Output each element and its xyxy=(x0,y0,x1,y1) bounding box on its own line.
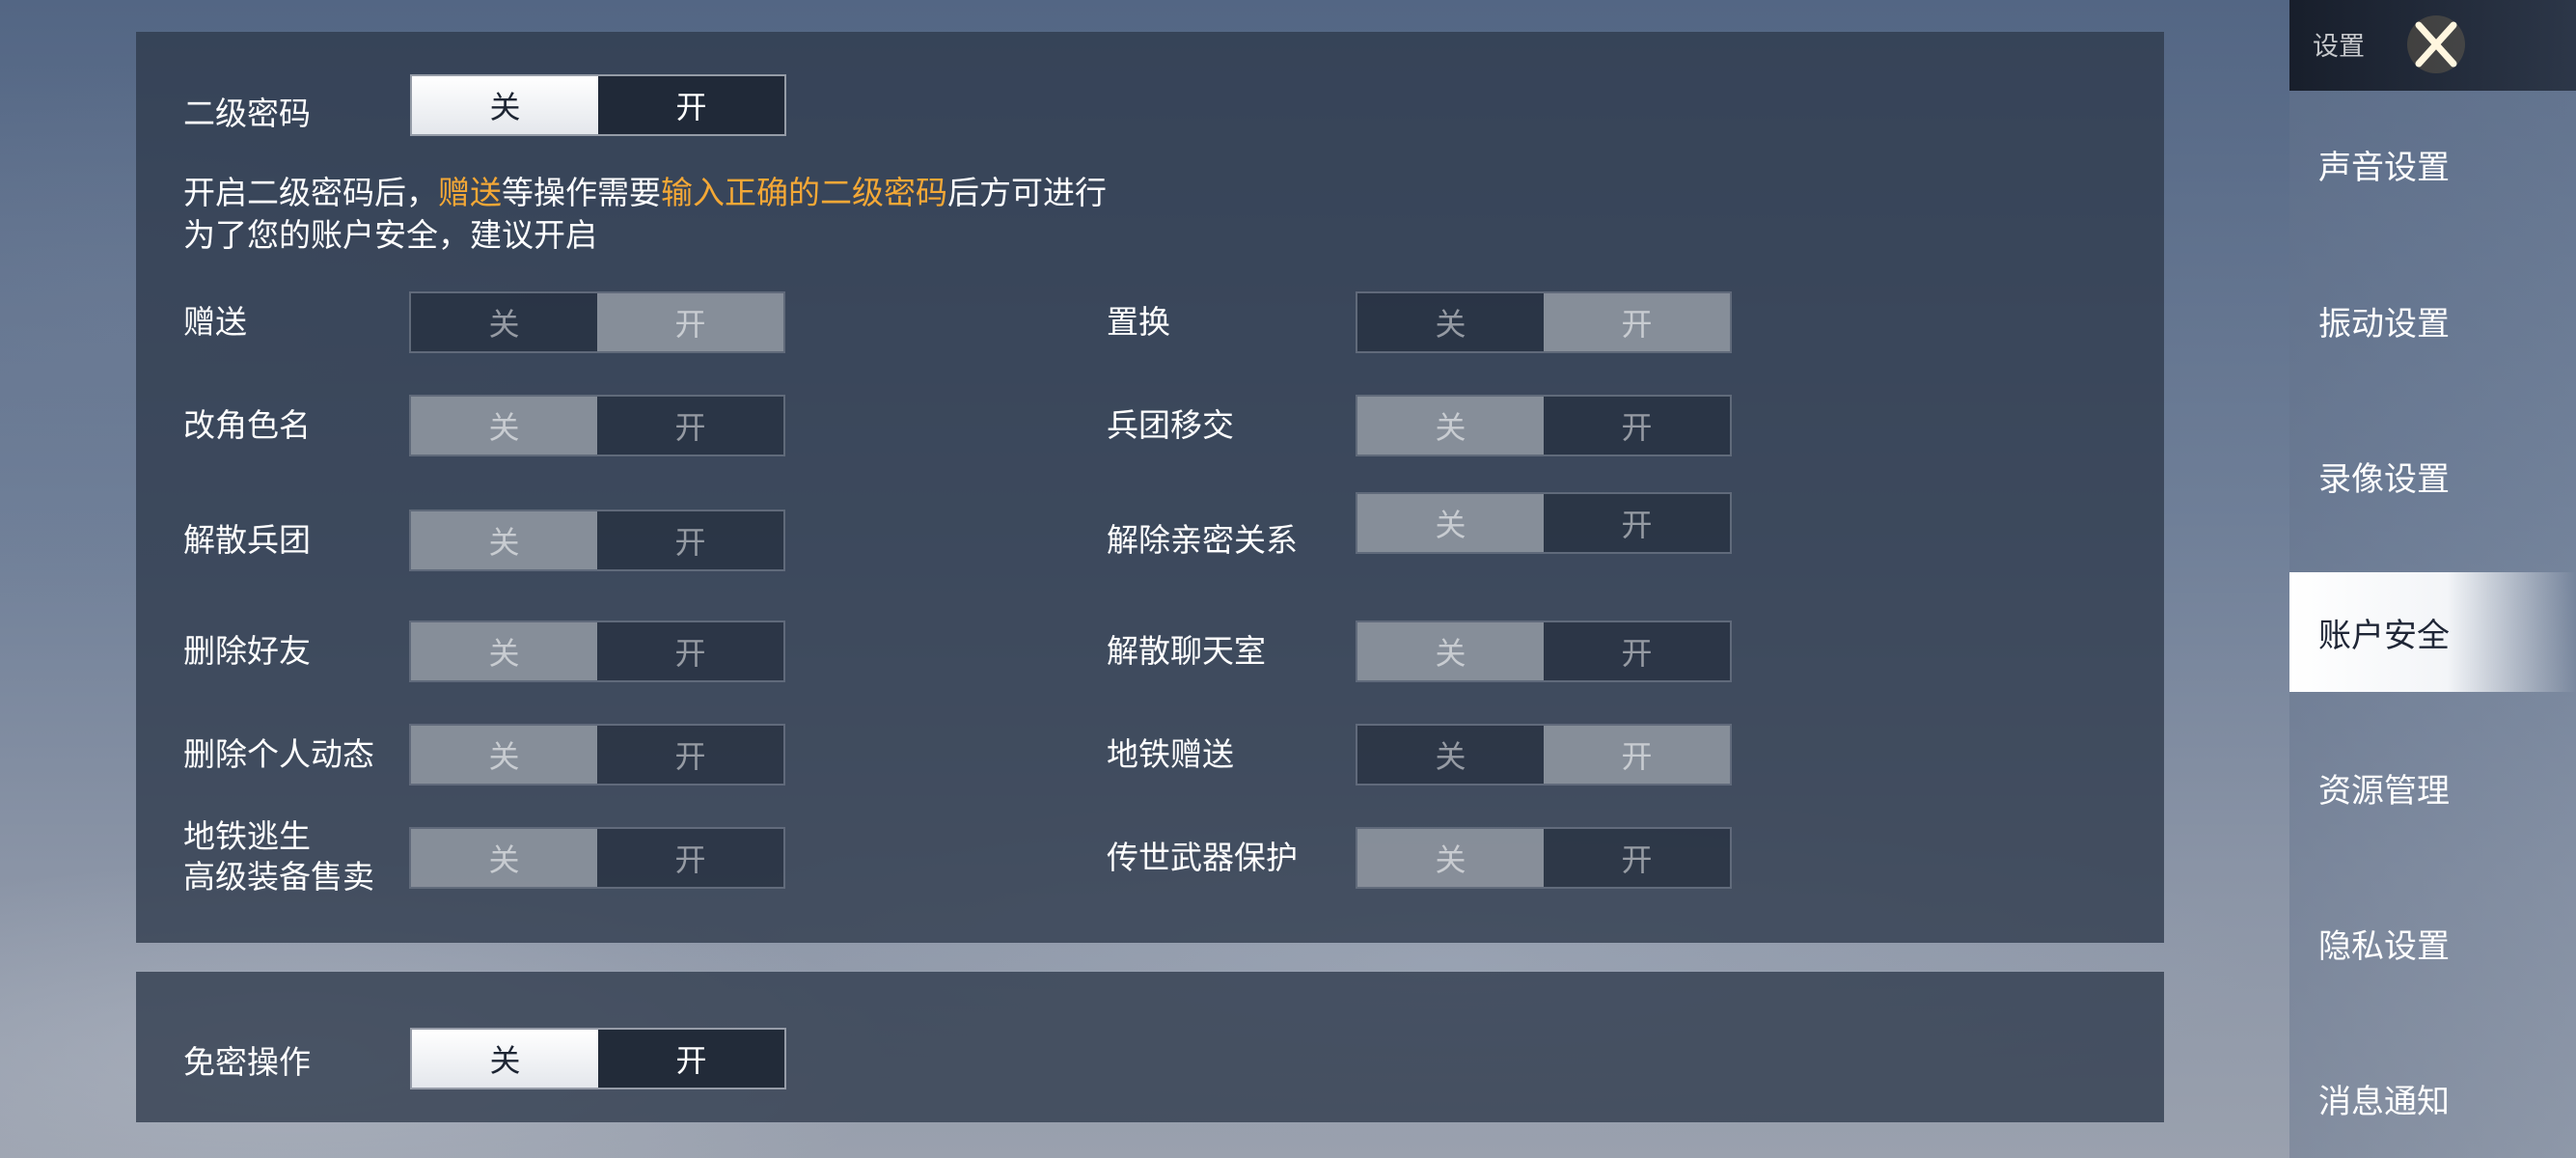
toggle-disband-chatroom[interactable]: 关 开 xyxy=(1356,620,1732,682)
toggle-off-option[interactable]: 关 xyxy=(411,397,597,455)
sidebar-item-recording-settings[interactable]: 录像设置 xyxy=(2289,416,2576,536)
sidebar-item-privacy-settings[interactable]: 隐私设置 xyxy=(2289,883,2576,1003)
secondary-password-description: 开启二级密码后，赠送等操作需要输入正确的二级密码后方可进行 xyxy=(183,174,1107,211)
toggle-remove-intimacy[interactable]: 关 开 xyxy=(1356,492,1732,554)
no-password-toggle[interactable]: 关 开 xyxy=(410,1028,786,1089)
item-label-legion-transfer: 兵团移交 xyxy=(1107,406,1234,444)
item-label-disband-chatroom: 解散聊天室 xyxy=(1107,632,1266,670)
toggle-on-option[interactable]: 开 xyxy=(598,76,784,134)
item-label-rename-character: 改角色名 xyxy=(183,406,311,444)
toggle-on-option[interactable]: 开 xyxy=(1544,622,1730,680)
item-label-delete-personal-post: 删除个人动态 xyxy=(183,735,374,773)
item-label-remove-intimacy: 解除亲密关系 xyxy=(1107,521,1298,559)
secondary-password-label: 二级密码 xyxy=(183,95,311,132)
toggle-on-option[interactable]: 开 xyxy=(597,622,783,680)
item-label-gift: 赠送 xyxy=(183,303,247,341)
settings-sidebar: 设置 声音设置 振动设置 录像设置 账户安全 资源管理 隐私设置 消息通知 xyxy=(2289,0,2576,1158)
toggle-legendary-weapon-protection[interactable]: 关 开 xyxy=(1356,827,1732,889)
toggle-off-option[interactable]: 关 xyxy=(411,622,597,680)
item-label-advanced-equipment-sale: 高级装备售卖 xyxy=(183,858,374,896)
security-recommendation-text: 为了您的账户安全，建议开启 xyxy=(183,216,597,254)
sidebar-header: 设置 xyxy=(2289,0,2576,91)
toggle-gift[interactable]: 关 开 xyxy=(409,291,785,353)
toggle-on-option[interactable]: 开 xyxy=(1544,293,1730,351)
toggle-on-option[interactable]: 开 xyxy=(597,726,783,784)
toggle-off-option[interactable]: 关 xyxy=(412,1030,598,1088)
toggle-metro-gift[interactable]: 关 开 xyxy=(1356,724,1732,786)
toggle-legion-transfer[interactable]: 关 开 xyxy=(1356,395,1732,456)
item-label-disband-legion: 解散兵团 xyxy=(183,521,311,559)
close-x-icon xyxy=(2407,15,2465,73)
toggle-on-option[interactable]: 开 xyxy=(1544,397,1730,455)
settings-title: 设置 xyxy=(2313,32,2365,62)
toggle-exchange[interactable]: 关 开 xyxy=(1356,291,1732,353)
toggle-off-option[interactable]: 关 xyxy=(1357,726,1544,784)
sidebar-item-vibration-settings[interactable]: 振动设置 xyxy=(2289,261,2576,380)
toggle-off-option[interactable]: 关 xyxy=(411,511,597,569)
item-label-metro-escape: 地铁逃生 xyxy=(183,817,311,855)
toggle-on-option[interactable]: 开 xyxy=(1544,829,1730,887)
secondary-password-toggle[interactable]: 关 开 xyxy=(410,74,786,136)
toggle-metro-equipment-sale[interactable]: 关 开 xyxy=(409,827,785,889)
sidebar-item-resource-management[interactable]: 资源管理 xyxy=(2289,728,2576,847)
toggle-off-option[interactable]: 关 xyxy=(411,726,597,784)
item-label-delete-friend: 删除好友 xyxy=(183,632,311,670)
toggle-disband-legion[interactable]: 关 开 xyxy=(409,510,785,571)
toggle-on-option[interactable]: 开 xyxy=(597,829,783,887)
toggle-rename-character[interactable]: 关 开 xyxy=(409,395,785,456)
toggle-on-option[interactable]: 开 xyxy=(598,1030,784,1088)
toggle-off-option[interactable]: 关 xyxy=(1357,397,1544,455)
toggle-off-option[interactable]: 关 xyxy=(1357,622,1544,680)
item-label-exchange: 置换 xyxy=(1107,303,1170,341)
account-security-panel xyxy=(136,32,2164,943)
item-label-legendary-weapon-protection: 传世武器保护 xyxy=(1107,839,1298,876)
sidebar-item-sound-settings[interactable]: 声音设置 xyxy=(2289,104,2576,224)
toggle-off-option[interactable]: 关 xyxy=(412,76,598,134)
no-password-label: 免密操作 xyxy=(183,1043,311,1081)
toggle-off-option[interactable]: 关 xyxy=(411,293,597,351)
sidebar-item-message-notifications[interactable]: 消息通知 xyxy=(2289,1038,2576,1158)
sidebar-item-account-security[interactable]: 账户安全 xyxy=(2289,572,2576,692)
toggle-off-option[interactable]: 关 xyxy=(411,829,597,887)
toggle-off-option[interactable]: 关 xyxy=(1357,494,1544,552)
close-button[interactable] xyxy=(2396,6,2477,83)
item-label-metro-gift: 地铁赠送 xyxy=(1107,735,1234,773)
toggle-on-option[interactable]: 开 xyxy=(1544,726,1730,784)
toggle-on-option[interactable]: 开 xyxy=(597,511,783,569)
toggle-off-option[interactable]: 关 xyxy=(1357,829,1544,887)
toggle-off-option[interactable]: 关 xyxy=(1357,293,1544,351)
toggle-on-option[interactable]: 开 xyxy=(1544,494,1730,552)
toggle-delete-friend[interactable]: 关 开 xyxy=(409,620,785,682)
toggle-on-option[interactable]: 开 xyxy=(597,293,783,351)
toggle-delete-personal-post[interactable]: 关 开 xyxy=(409,724,785,786)
toggle-on-option[interactable]: 开 xyxy=(597,397,783,455)
